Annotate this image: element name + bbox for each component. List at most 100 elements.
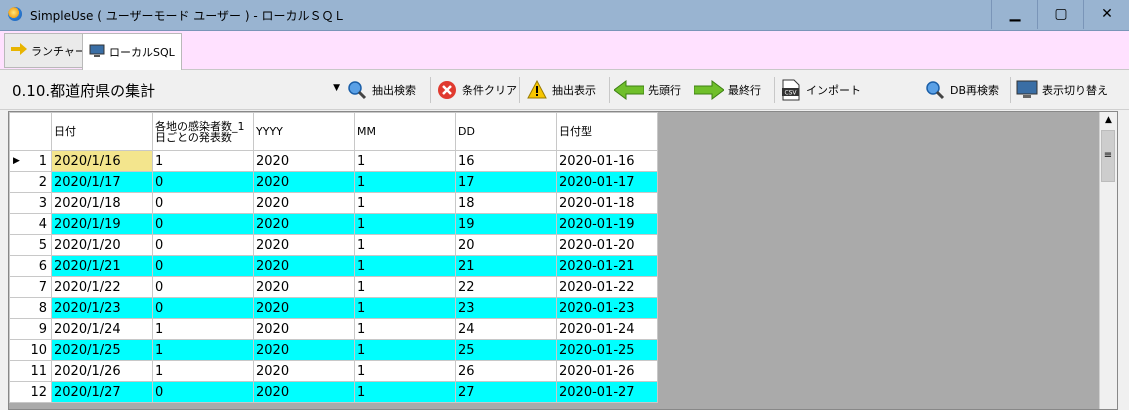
table-cell[interactable]: 0 [152,213,254,235]
data-grid[interactable]: 日付 各地の感染者数_1日ごとの発表数 YYYY MM DD 日付型 ▶ 1 202… [8,111,1118,410]
table-cell[interactable]: 2020-01-16 [556,150,658,172]
table-cell[interactable]: 2020-01-26 [556,360,658,382]
table-cell[interactable]: 1 [152,339,254,361]
table-row[interactable]: 5 2020/1/20 0 2020 1 20 2020-01-20 [9,234,658,256]
table-cell[interactable]: 1 [354,171,456,193]
table-cell[interactable]: 2020-01-18 [556,192,658,214]
table-cell[interactable]: 1 [152,318,254,340]
db-research-button[interactable]: DB再検索 [924,77,999,103]
row-number[interactable]: 7 [9,276,52,298]
table-cell[interactable]: 2020/1/23 [51,297,153,319]
table-cell[interactable]: 27 [455,381,557,403]
table-row[interactable]: 3 2020/1/18 0 2020 1 18 2020-01-18 [9,192,658,214]
table-cell[interactable]: 24 [455,318,557,340]
table-cell[interactable]: 1 [354,276,456,298]
table-cell[interactable]: 20 [455,234,557,256]
table-cell[interactable]: 2020-01-25 [556,339,658,361]
table-cell[interactable]: 2020 [253,360,355,382]
close-button[interactable]: ✕ [1083,0,1129,29]
column-header[interactable]: DD [455,112,557,151]
row-number[interactable]: 8 [9,297,52,319]
row-number[interactable]: 10 [9,339,52,361]
table-cell[interactable]: 2020 [253,213,355,235]
table-cell[interactable]: 1 [354,297,456,319]
table-cell[interactable]: 2020/1/19 [51,213,153,235]
table-cell[interactable]: 2020/1/21 [51,255,153,277]
table-cell[interactable]: 0 [152,171,254,193]
first-row-button[interactable]: 先頭行 [614,77,681,103]
table-cell[interactable]: 2020/1/22 [51,276,153,298]
table-cell[interactable]: 2020 [253,171,355,193]
table-cell[interactable]: 0 [152,381,254,403]
table-cell[interactable]: 2020 [253,192,355,214]
table-cell[interactable]: 2020-01-27 [556,381,658,403]
extract-search-button[interactable]: 抽出検索 [346,77,416,103]
toggle-display-button[interactable]: 表示切り替え [1016,77,1108,103]
column-header[interactable]: YYYY [253,112,355,151]
table-cell[interactable]: 2020-01-22 [556,276,658,298]
table-cell[interactable]: 16 [455,150,557,172]
table-cell[interactable]: 2020 [253,276,355,298]
row-number[interactable]: 12 [9,381,52,403]
table-cell[interactable]: 2020 [253,381,355,403]
column-header[interactable]: MM [354,112,456,151]
row-number[interactable]: 6 [9,255,52,277]
table-cell[interactable]: 17 [455,171,557,193]
row-number[interactable]: 9 [9,318,52,340]
table-cell[interactable]: 18 [455,192,557,214]
vertical-scrollbar[interactable]: ▲ ≡ [1099,112,1117,409]
table-cell[interactable]: 0 [152,234,254,256]
table-cell[interactable]: 21 [455,255,557,277]
table-row[interactable]: 10 2020/1/25 1 2020 1 25 2020-01-25 [9,339,658,361]
table-cell[interactable]: 0 [152,192,254,214]
table-row[interactable]: 4 2020/1/19 0 2020 1 19 2020-01-19 [9,213,658,235]
column-header[interactable]: 日付 [51,112,153,151]
table-row[interactable]: 9 2020/1/24 1 2020 1 24 2020-01-24 [9,318,658,340]
dropdown-arrow-icon[interactable]: ▼ [333,83,340,93]
table-cell[interactable]: 1 [354,234,456,256]
table-cell[interactable]: 2020/1/16 [51,150,153,172]
column-header[interactable]: 日付型 [556,112,658,151]
table-cell[interactable]: 2020 [253,234,355,256]
row-number[interactable]: ▶ 1 [9,150,52,172]
row-number[interactable]: 3 [9,192,52,214]
scroll-up-icon[interactable]: ▲ [1100,112,1117,129]
table-cell[interactable]: 22 [455,276,557,298]
maximize-button[interactable]: ▢ [1037,0,1084,29]
table-cell[interactable]: 1 [354,339,456,361]
table-cell[interactable]: 2020-01-17 [556,171,658,193]
table-cell[interactable]: 23 [455,297,557,319]
table-cell[interactable]: 1 [354,213,456,235]
table-row[interactable]: ▶ 1 2020/1/16 1 2020 1 16 2020-01-16 [9,150,658,172]
table-cell[interactable]: 2020 [253,318,355,340]
table-cell[interactable]: 0 [152,297,254,319]
column-header[interactable]: 各地の感染者数_1日ごとの発表数 [152,112,254,151]
table-cell[interactable]: 1 [354,318,456,340]
extract-display-button[interactable]: 抽出表示 [526,77,596,103]
row-number[interactable]: 4 [9,213,52,235]
table-cell[interactable]: 2020 [253,150,355,172]
tab-launcher[interactable]: ランチャー [4,33,93,68]
table-cell[interactable]: 1 [354,381,456,403]
table-cell[interactable]: 25 [455,339,557,361]
table-cell[interactable]: 2020-01-20 [556,234,658,256]
row-number[interactable]: 11 [9,360,52,382]
table-row[interactable]: 6 2020/1/21 0 2020 1 21 2020-01-21 [9,255,658,277]
table-cell[interactable]: 2020/1/17 [51,171,153,193]
import-button[interactable]: CSV インポート [780,77,861,103]
clear-conditions-button[interactable]: 条件クリア [436,77,517,103]
table-row[interactable]: 8 2020/1/23 0 2020 1 23 2020-01-23 [9,297,658,319]
table-cell[interactable]: 2020-01-23 [556,297,658,319]
table-cell[interactable]: 2020-01-19 [556,213,658,235]
row-number[interactable]: 5 [9,234,52,256]
table-cell[interactable]: 1 [354,360,456,382]
table-cell[interactable]: 2020-01-21 [556,255,658,277]
table-cell[interactable]: 2020/1/25 [51,339,153,361]
table-cell[interactable]: 26 [455,360,557,382]
table-cell[interactable]: 2020 [253,297,355,319]
table-row[interactable]: 12 2020/1/27 0 2020 1 27 2020-01-27 [9,381,658,403]
table-cell[interactable]: 0 [152,276,254,298]
tab-local-sql[interactable]: ローカルSQL [82,33,182,70]
row-number[interactable]: 2 [9,171,52,193]
scroll-thumb[interactable]: ≡ [1101,130,1115,182]
